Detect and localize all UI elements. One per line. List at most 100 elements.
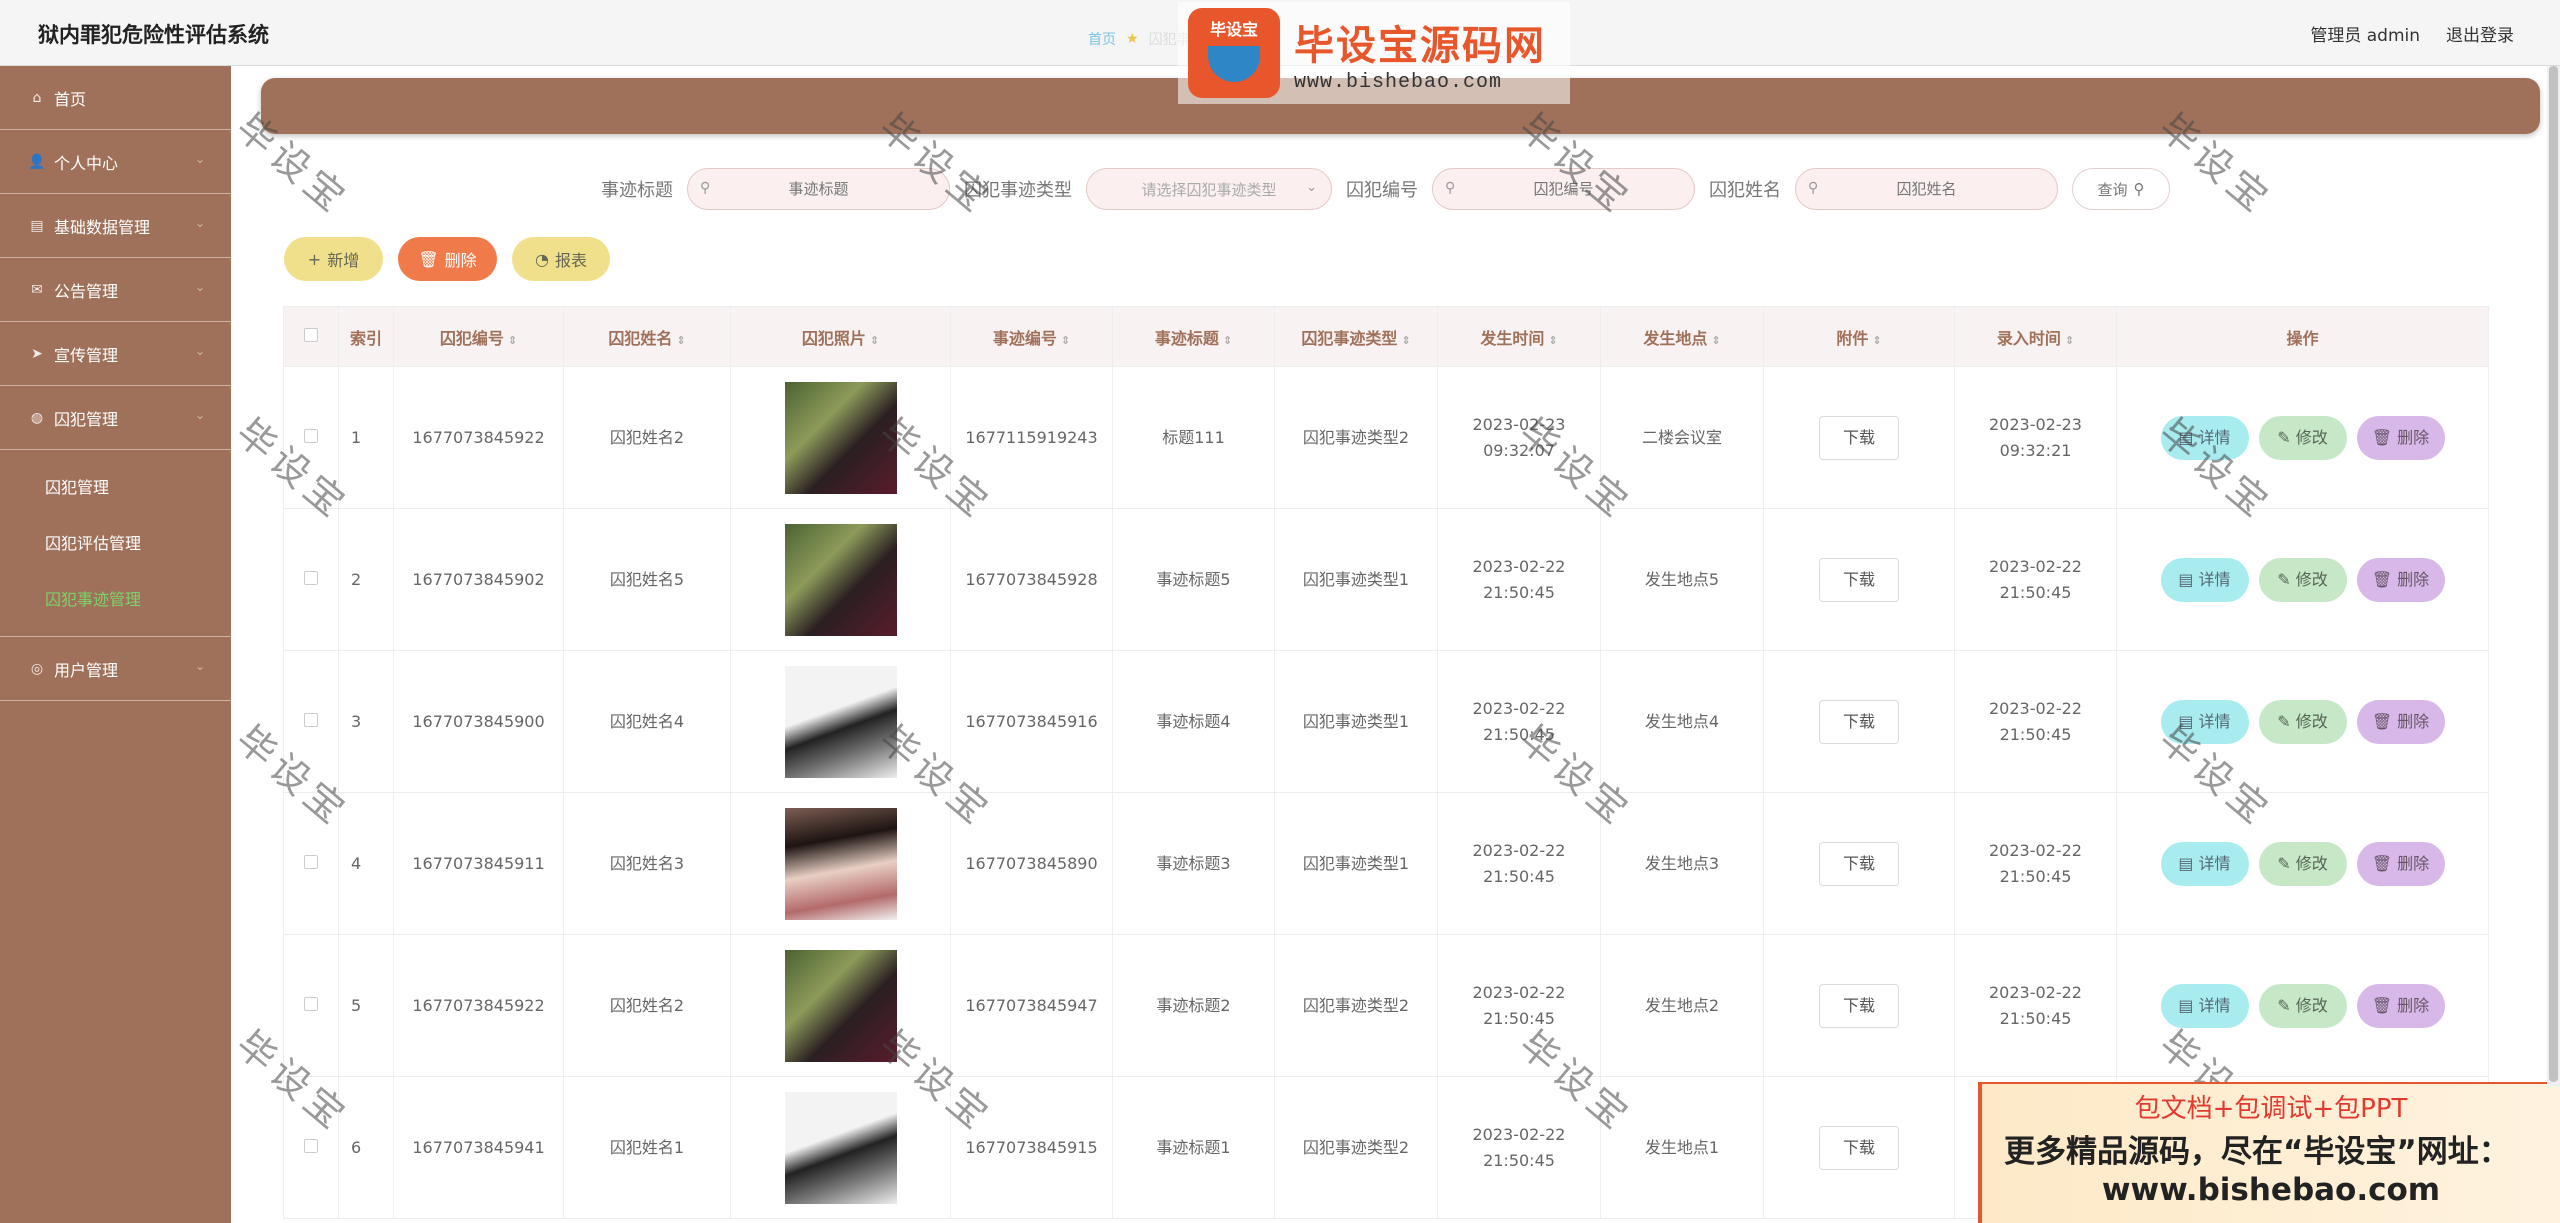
delete-button[interactable]: 🗑 删除 xyxy=(398,237,497,281)
download-button[interactable]: 下载 xyxy=(1819,983,1899,1028)
title-search-input[interactable] xyxy=(688,169,949,209)
cell-prisoner-name: 囚犯姓名5 xyxy=(563,508,731,651)
prisoner-photo[interactable] xyxy=(784,807,897,920)
column-header[interactable]: 事迹编号 ⇕ xyxy=(950,306,1113,367)
cell-prisoner-no: 1677073845922 xyxy=(393,366,564,509)
prisoner-no-search-input[interactable] xyxy=(1433,169,1694,209)
row-checkbox[interactable] xyxy=(304,854,318,869)
sort-icon[interactable]: ⇕ xyxy=(870,334,879,347)
prisoner-no-search-field[interactable]: ⚲ xyxy=(1432,168,1695,210)
sidebar-item-users[interactable]: ◎ 用户管理 ⌄ xyxy=(0,637,231,701)
download-button[interactable]: 下载 xyxy=(1819,557,1899,602)
row-checkbox[interactable] xyxy=(304,996,318,1011)
column-header[interactable]: 囚犯姓名 ⇕ xyxy=(563,306,731,367)
edit-button[interactable]: ✎修改 xyxy=(2258,699,2347,744)
sort-icon[interactable]: ⇕ xyxy=(2065,334,2074,347)
sort-icon[interactable]: ⇕ xyxy=(1872,334,1881,347)
trash-icon: 🗑 xyxy=(2371,427,2393,447)
cell-prisoner-no: 1677073845911 xyxy=(393,792,564,935)
prisoner-photo[interactable] xyxy=(784,665,897,778)
vertical-scrollbar[interactable] xyxy=(2547,66,2560,1086)
detail-button[interactable]: ▤详情 xyxy=(2160,983,2249,1028)
sort-icon[interactable]: ⇕ xyxy=(676,334,685,347)
column-header[interactable]: 事迹标题 ⇕ xyxy=(1112,306,1275,367)
edit-button[interactable]: ✎修改 xyxy=(2258,841,2347,886)
delete-button-label: 删除 xyxy=(444,251,477,270)
sidebar-subitem-1[interactable]: 囚犯评估管理 xyxy=(0,514,231,570)
report-button[interactable]: ◔ 报表 xyxy=(512,237,610,281)
title-search-label: 事迹标题 xyxy=(601,180,673,201)
download-button[interactable]: 下载 xyxy=(1819,1125,1899,1170)
select-all-checkbox[interactable] xyxy=(304,328,318,342)
sidebar-subitem-0[interactable]: 囚犯管理 xyxy=(0,458,231,514)
type-select[interactable]: 请选择囚犯事迹类型 ⌄ xyxy=(1086,168,1332,210)
download-button[interactable]: 下载 xyxy=(1819,841,1899,886)
breadcrumb-home[interactable]: 首页 xyxy=(1088,29,1116,49)
row-delete-button[interactable]: 🗑删除 xyxy=(2356,841,2445,886)
detail-button[interactable]: ▤详情 xyxy=(2160,699,2249,744)
column-header[interactable]: 附件 ⇕ xyxy=(1763,306,1955,367)
prisoner-name-search-input[interactable] xyxy=(1796,169,2057,209)
column-header-label: 事迹标题 xyxy=(1154,328,1219,348)
prisoner-photo[interactable] xyxy=(784,381,897,494)
row-delete-button[interactable]: 🗑删除 xyxy=(2356,983,2445,1028)
logo-badge-text: 毕设宝 xyxy=(1209,20,1258,39)
cell-deed-type: 囚犯事迹类型1 xyxy=(1274,508,1438,651)
logout-link[interactable]: 退出登录 xyxy=(2446,21,2514,46)
sidebar-item-1[interactable]: 👤 个人中心 ⌄ xyxy=(0,130,231,194)
chevron-down-icon: ⌄ xyxy=(194,659,205,673)
sort-icon[interactable]: ⇕ xyxy=(1061,334,1070,347)
row-checkbox[interactable] xyxy=(304,428,318,443)
column-header-label: 囚犯姓名 xyxy=(608,328,673,348)
sort-icon[interactable]: ⇕ xyxy=(508,334,517,347)
detail-button[interactable]: ▤详情 xyxy=(2160,415,2249,460)
promo-line-1: 包文档+包调试+包PPT xyxy=(2134,1094,2408,1124)
column-header[interactable]: 囚犯事迹类型 ⇕ xyxy=(1274,306,1438,367)
column-header[interactable]: 囚犯编号 ⇕ xyxy=(393,306,564,367)
row-delete-button[interactable]: 🗑删除 xyxy=(2356,699,2445,744)
sort-icon[interactable]: ⇕ xyxy=(1401,334,1410,347)
cell-prisoner-no: 1677073845941 xyxy=(393,1076,564,1219)
table-row: 1 1677073845922 囚犯姓名2 1677115919243 标题111 囚犯事… xyxy=(283,366,2489,509)
prisoner-photo[interactable] xyxy=(784,1091,897,1204)
prisoner-name-search-field[interactable]: ⚲ xyxy=(1795,168,2058,210)
sidebar-item-3[interactable]: ✉ 公告管理 ⌄ xyxy=(0,258,231,322)
column-header[interactable]: 录入时间 ⇕ xyxy=(1954,306,2117,367)
sort-icon[interactable]: ⇕ xyxy=(1223,334,1232,347)
current-user-label[interactable]: 管理员 admin xyxy=(2310,21,2420,46)
download-button[interactable]: 下载 xyxy=(1819,699,1899,744)
row-checkbox[interactable] xyxy=(304,712,318,727)
query-button[interactable]: 查询 ⚲ xyxy=(2072,168,2170,210)
row-checkbox[interactable] xyxy=(304,1138,318,1153)
sidebar-item-0[interactable]: ⌂ 首页 xyxy=(0,66,231,130)
sidebar-subitem-2[interactable]: 囚犯事迹管理 xyxy=(0,570,231,626)
sidebar-item-label: 个人中心 xyxy=(54,153,119,173)
prisoner-photo[interactable] xyxy=(784,523,897,636)
title-search-field[interactable]: ⚲ xyxy=(687,168,950,210)
row-delete-button[interactable]: 🗑删除 xyxy=(2356,557,2445,602)
column-header[interactable]: 囚犯照片 ⇕ xyxy=(730,306,951,367)
detail-button[interactable]: ▤详情 xyxy=(2160,841,2249,886)
edit-button[interactable]: ✎修改 xyxy=(2258,415,2347,460)
row-checkbox[interactable] xyxy=(304,570,318,585)
sidebar-submenu: 囚犯管理 囚犯评估管理 囚犯事迹管理 xyxy=(0,450,231,637)
sidebar-item-5[interactable]: ◍ 囚犯管理 ⌄ xyxy=(0,386,231,450)
download-button[interactable]: 下载 xyxy=(1819,415,1899,460)
row-delete-button[interactable]: 🗑删除 xyxy=(2356,415,2445,460)
add-button[interactable]: + 新增 xyxy=(284,237,383,281)
scrollbar-thumb[interactable] xyxy=(2549,66,2558,1082)
sort-icon[interactable]: ⇕ xyxy=(1548,334,1557,347)
edit-button[interactable]: ✎修改 xyxy=(2258,983,2347,1028)
prisoner-photo[interactable] xyxy=(784,949,897,1062)
column-header[interactable]: 发生时间 ⇕ xyxy=(1437,306,1601,367)
detail-button[interactable]: ▤详情 xyxy=(2160,557,2249,602)
column-header[interactable]: 发生地点 ⇕ xyxy=(1600,306,1764,367)
app-title: 狱内罪犯危险性评估系统 xyxy=(38,23,269,47)
cell-deed-no: 1677073845890 xyxy=(950,792,1113,935)
sidebar-item-2[interactable]: ▤ 基础数据管理 ⌄ xyxy=(0,194,231,258)
plus-icon: + xyxy=(307,249,322,269)
document-icon: ▤ xyxy=(2178,995,2194,1015)
sidebar-item-4[interactable]: ➤ 宣传管理 ⌄ xyxy=(0,322,231,386)
sort-icon[interactable]: ⇕ xyxy=(1711,334,1720,347)
edit-button[interactable]: ✎修改 xyxy=(2258,557,2347,602)
